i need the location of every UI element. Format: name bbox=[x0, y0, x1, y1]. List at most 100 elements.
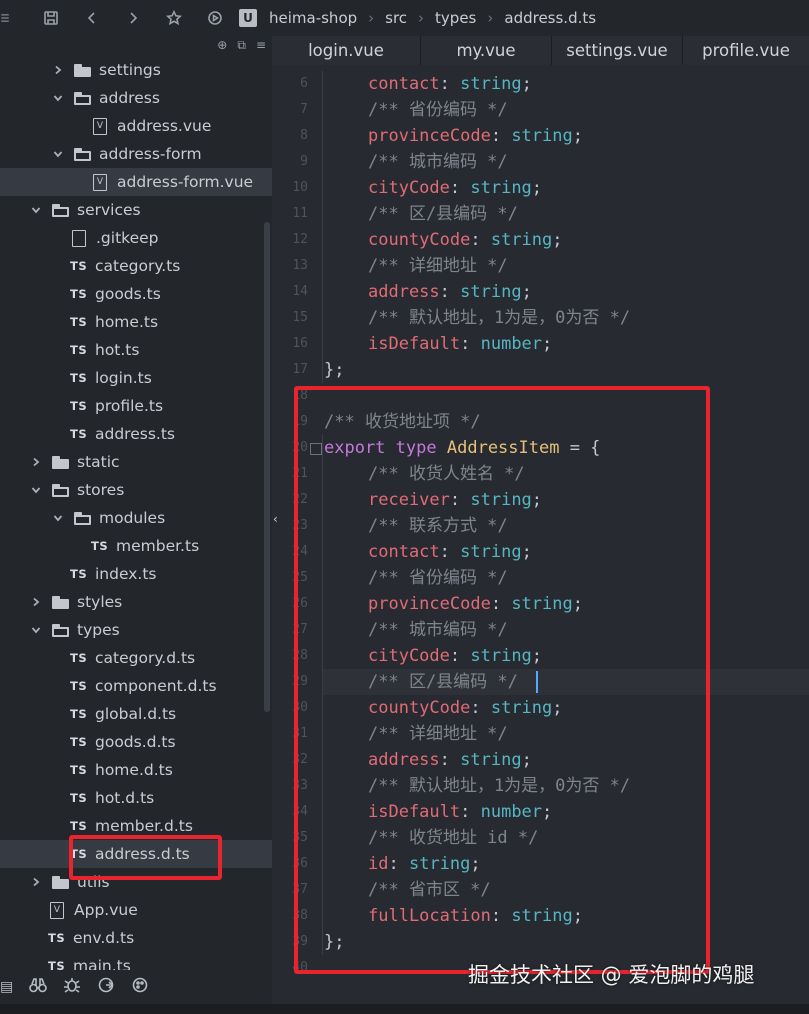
collapse-all-icon[interactable]: ⧉ bbox=[237, 38, 246, 53]
breadcrumb-separator-icon: › bbox=[487, 9, 494, 27]
chevron-down-icon[interactable] bbox=[30, 484, 42, 496]
tab-profile-vue[interactable]: profile.vue bbox=[683, 36, 809, 65]
explorer-panel-icon[interactable]: ▤ bbox=[0, 977, 14, 997]
tree-item-ts[interactable]: TS goods.d.ts bbox=[0, 728, 272, 756]
chevron-right-icon[interactable] bbox=[30, 876, 42, 888]
tree-item-label: main.ts bbox=[73, 957, 131, 970]
tree-item-folder[interactable]: address-form bbox=[0, 140, 272, 168]
back-icon[interactable] bbox=[71, 0, 112, 36]
code-line[interactable]: contact: string; bbox=[368, 71, 532, 97]
code-line[interactable]: /** 默认地址，1为是，0为否 */ bbox=[368, 305, 630, 331]
explorer-menu-icon[interactable]: ≡ bbox=[256, 38, 266, 52]
code-token: : bbox=[470, 230, 491, 250]
code-line[interactable]: /** 详细地址 */ bbox=[368, 253, 508, 279]
breadcrumb-separator-icon: › bbox=[418, 9, 425, 27]
save-icon[interactable] bbox=[30, 0, 71, 36]
tree-item-folder[interactable]: static bbox=[0, 448, 272, 476]
tree-item-ts[interactable]: TS env.d.ts bbox=[0, 924, 272, 952]
tree-item-label: address bbox=[99, 89, 160, 107]
line-number: 14 bbox=[292, 284, 308, 299]
chevron-right-icon[interactable] bbox=[30, 456, 42, 468]
line-number: 7 bbox=[300, 102, 308, 117]
chevron-down-icon[interactable] bbox=[52, 148, 64, 160]
tree-item-ts[interactable]: TS login.ts bbox=[0, 364, 272, 392]
chevron-down-icon[interactable] bbox=[30, 624, 42, 636]
typescript-file-icon: TS bbox=[70, 707, 88, 721]
breadcrumb-item[interactable]: src bbox=[385, 9, 407, 27]
extensions-icon[interactable] bbox=[130, 975, 150, 999]
code-token: : bbox=[490, 126, 512, 146]
code-line[interactable]: provinceCode: string; bbox=[368, 123, 583, 149]
tree-item-vue[interactable]: Vaddress.vue bbox=[0, 112, 272, 140]
code-token: ; bbox=[572, 126, 583, 146]
tree-item-folder[interactable]: services bbox=[0, 196, 272, 224]
tab-login-vue[interactable]: login.vue bbox=[272, 36, 421, 65]
code-token: /** 城市编码 */ bbox=[368, 152, 508, 172]
tree-item-ts[interactable]: TS profile.ts bbox=[0, 392, 272, 420]
code-line[interactable]: countyCode: string; bbox=[368, 227, 563, 253]
tree-item-file[interactable]: .gitkeep bbox=[0, 224, 272, 252]
run-icon[interactable] bbox=[194, 0, 235, 36]
tree-item-ts[interactable]: TS category.d.ts bbox=[0, 644, 272, 672]
tree-item-ts[interactable]: TS hot.d.ts bbox=[0, 784, 272, 812]
tree-item-ts[interactable]: TS index.ts bbox=[0, 560, 272, 588]
breadcrumb-item[interactable]: address.d.ts bbox=[504, 9, 596, 27]
tree-item-ts[interactable]: TS global.d.ts bbox=[0, 700, 272, 728]
tab-settings-vue[interactable]: settings.vue bbox=[552, 36, 683, 65]
tree-item-ts[interactable]: TS home.d.ts bbox=[0, 756, 272, 784]
breadcrumb-item[interactable]: heima-shop bbox=[269, 9, 357, 27]
tree-item-vue[interactable]: V App.vue bbox=[0, 896, 272, 924]
chevron-down-icon[interactable] bbox=[30, 204, 42, 216]
code-token: /** 详细地址 */ bbox=[368, 256, 508, 276]
code-line[interactable]: /** 城市编码 */ bbox=[368, 149, 508, 175]
tree-item-folder[interactable]: address bbox=[0, 84, 272, 112]
locate-icon[interactable]: ⊕ bbox=[217, 38, 227, 52]
tree-item-folder[interactable]: settings bbox=[0, 56, 272, 84]
code-line[interactable]: address: string; bbox=[368, 279, 532, 305]
code-token: countyCode bbox=[368, 230, 471, 250]
tree-item-ts[interactable]: TS category.ts bbox=[0, 252, 272, 280]
line-number: 11 bbox=[292, 206, 308, 221]
tree-item-ts[interactable]: TS component.d.ts bbox=[0, 672, 272, 700]
tree-item-label: env.d.ts bbox=[73, 929, 135, 947]
code-token: string bbox=[470, 178, 532, 198]
tab-my-vue[interactable]: my.vue bbox=[421, 36, 552, 65]
code-line[interactable]: /** 省份编码 */ bbox=[368, 97, 508, 123]
explorer-scrollbar[interactable] bbox=[264, 222, 270, 712]
tree-item-folder[interactable]: types bbox=[0, 616, 272, 644]
tree-item-ts[interactable]: TS main.ts bbox=[0, 952, 272, 970]
debug-bug-icon[interactable] bbox=[62, 975, 82, 999]
tree-item-vue[interactable]: Vaddress-form.vue bbox=[0, 168, 272, 196]
chevron-right-icon[interactable] bbox=[30, 596, 42, 608]
chevron-down-icon[interactable] bbox=[52, 92, 64, 104]
line-number: 13 bbox=[292, 258, 308, 273]
code-token: contact bbox=[368, 74, 440, 94]
chevron-right-icon[interactable] bbox=[52, 64, 64, 76]
tree-item-ts[interactable]: TS hot.ts bbox=[0, 336, 272, 364]
code-line[interactable]: cityCode: string; bbox=[368, 175, 542, 201]
menu-icon[interactable] bbox=[0, 0, 14, 36]
collapse-sidebar-icon[interactable]: ‹ bbox=[273, 512, 283, 528]
code-line[interactable]: /** 区/县编码 */ bbox=[368, 201, 518, 227]
tree-item-ts[interactable]: TS address.ts bbox=[0, 420, 272, 448]
tree-item-ts[interactable]: TS member.ts bbox=[0, 532, 272, 560]
tree-item-label: category.d.ts bbox=[95, 649, 196, 667]
tree-item-ts[interactable]: TS home.ts bbox=[0, 308, 272, 336]
code-token: string bbox=[460, 282, 522, 302]
tree-item-folder[interactable]: stores bbox=[0, 476, 272, 504]
chevron-down-icon[interactable] bbox=[52, 512, 64, 524]
folder-icon bbox=[52, 875, 69, 889]
star-icon[interactable] bbox=[153, 0, 194, 36]
tree-item-folder[interactable]: modules bbox=[0, 504, 272, 532]
line-number: 16 bbox=[292, 336, 308, 351]
folder-icon bbox=[74, 147, 91, 161]
binoculars-icon[interactable] bbox=[28, 975, 48, 999]
code-line[interactable]: }; bbox=[324, 357, 344, 383]
source-control-icon[interactable] bbox=[96, 975, 116, 999]
forward-icon[interactable] bbox=[112, 0, 153, 36]
breadcrumb-item[interactable]: types bbox=[435, 9, 476, 27]
tree-item-folder[interactable]: styles bbox=[0, 588, 272, 616]
code-line[interactable]: isDefault: number; bbox=[368, 331, 552, 357]
tree-item-label: styles bbox=[77, 593, 123, 611]
tree-item-ts[interactable]: TS goods.ts bbox=[0, 280, 272, 308]
